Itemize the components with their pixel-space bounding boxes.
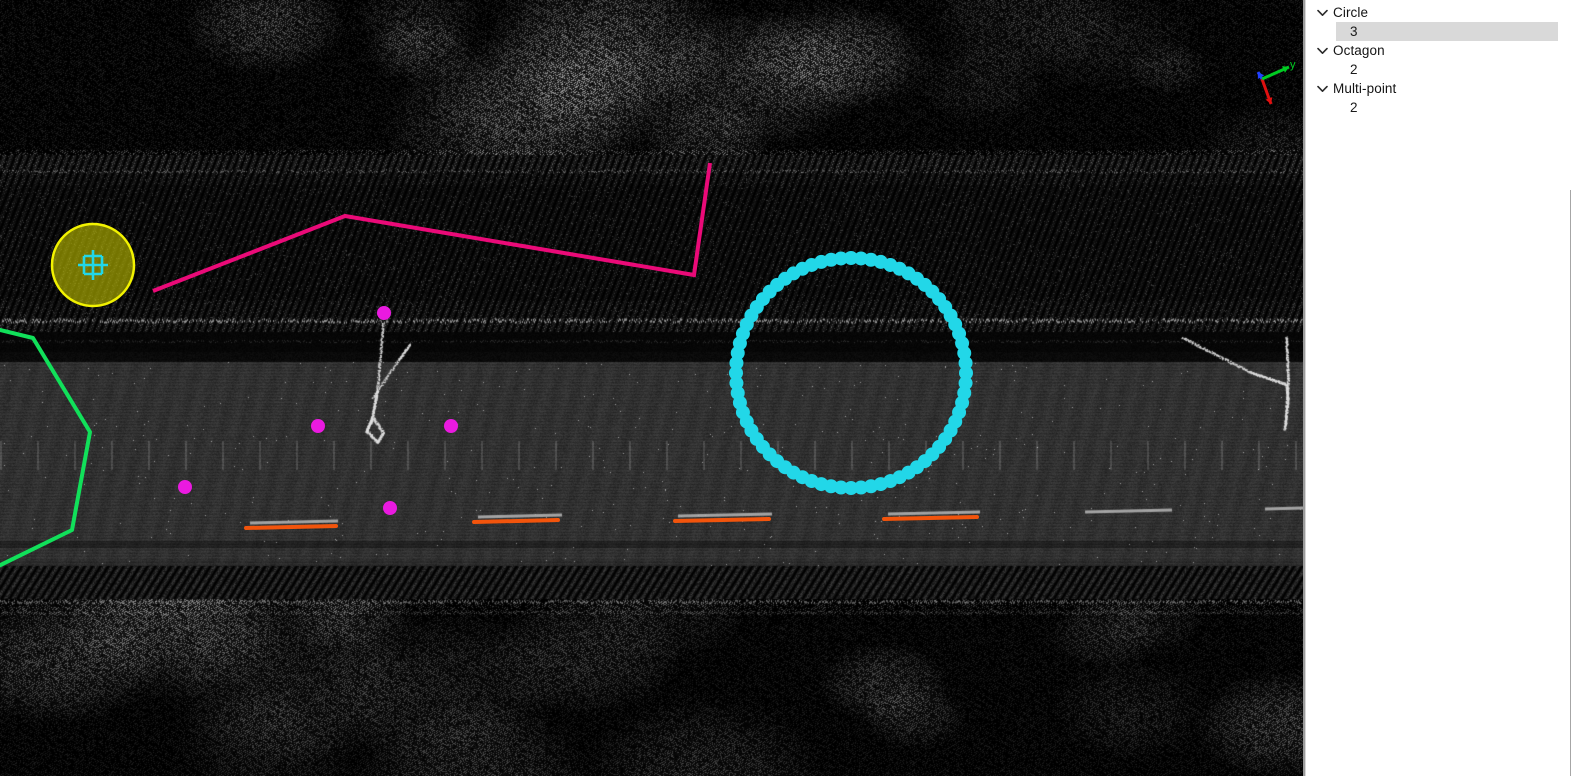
tree-node-label: Multi-point [1333, 81, 1397, 96]
panel-edge-rule [1570, 190, 1571, 776]
multi-point-marker[interactable] [311, 419, 325, 433]
axis-y-arrow [1261, 65, 1290, 81]
annotation-tree-panel: Circle 3 Octagon 2 Multi-point 2 [1305, 0, 1579, 776]
tree-node-label: Octagon [1333, 43, 1385, 58]
tree-group: Octagon 2 [1306, 41, 1579, 79]
tree-child-item[interactable]: 3 [1336, 22, 1558, 41]
axis-gizmo: y [1256, 59, 1296, 105]
circle-vertex-marker[interactable] [833, 251, 848, 266]
axis-y-label: y [1290, 59, 1296, 71]
chevron-down-icon[interactable] [1314, 43, 1330, 59]
tree-node-octagon[interactable]: Octagon [1306, 41, 1579, 60]
selection-marker[interactable] [50, 222, 136, 308]
multi-point-marker[interactable] [444, 419, 458, 433]
multi-point-annotation[interactable] [178, 306, 458, 515]
axis-x-arrow [1260, 78, 1273, 105]
multi-point-marker[interactable] [178, 480, 192, 494]
polygon-annotation[interactable] [0, 325, 92, 575]
point-cloud-viewport[interactable]: y [0, 0, 1303, 776]
lane-line-segment[interactable] [244, 524, 338, 530]
tree-child-item[interactable]: 2 [1306, 98, 1579, 117]
chevron-down-icon[interactable] [1314, 5, 1330, 21]
lane-line-segment[interactable] [882, 515, 979, 521]
tree-node-label: Circle [1333, 5, 1369, 20]
multi-point-marker[interactable] [383, 501, 397, 515]
annotation-overlay: y [0, 59, 1296, 575]
tree-group: Multi-point 2 [1306, 79, 1579, 117]
annotation-tree[interactable]: Circle 3 Octagon 2 Multi-point 2 [1306, 2, 1579, 117]
tree-group: Circle 3 [1306, 3, 1579, 41]
lane-line-segment[interactable] [472, 518, 560, 524]
tree-node-multi-point[interactable]: Multi-point [1306, 79, 1579, 98]
lane-line-annotations[interactable] [244, 515, 979, 530]
application-window: y Circle 3 Octagon 2 Multi-point 2 [0, 0, 1579, 776]
circle-annotation[interactable] [729, 251, 973, 495]
multi-point-marker[interactable] [377, 306, 391, 320]
tree-child-item[interactable]: 2 [1306, 60, 1579, 79]
chevron-down-icon[interactable] [1314, 81, 1330, 97]
polyline-annotation[interactable] [152, 162, 712, 293]
lane-line-segment[interactable] [673, 517, 771, 523]
tree-node-circle[interactable]: Circle [1306, 3, 1579, 22]
